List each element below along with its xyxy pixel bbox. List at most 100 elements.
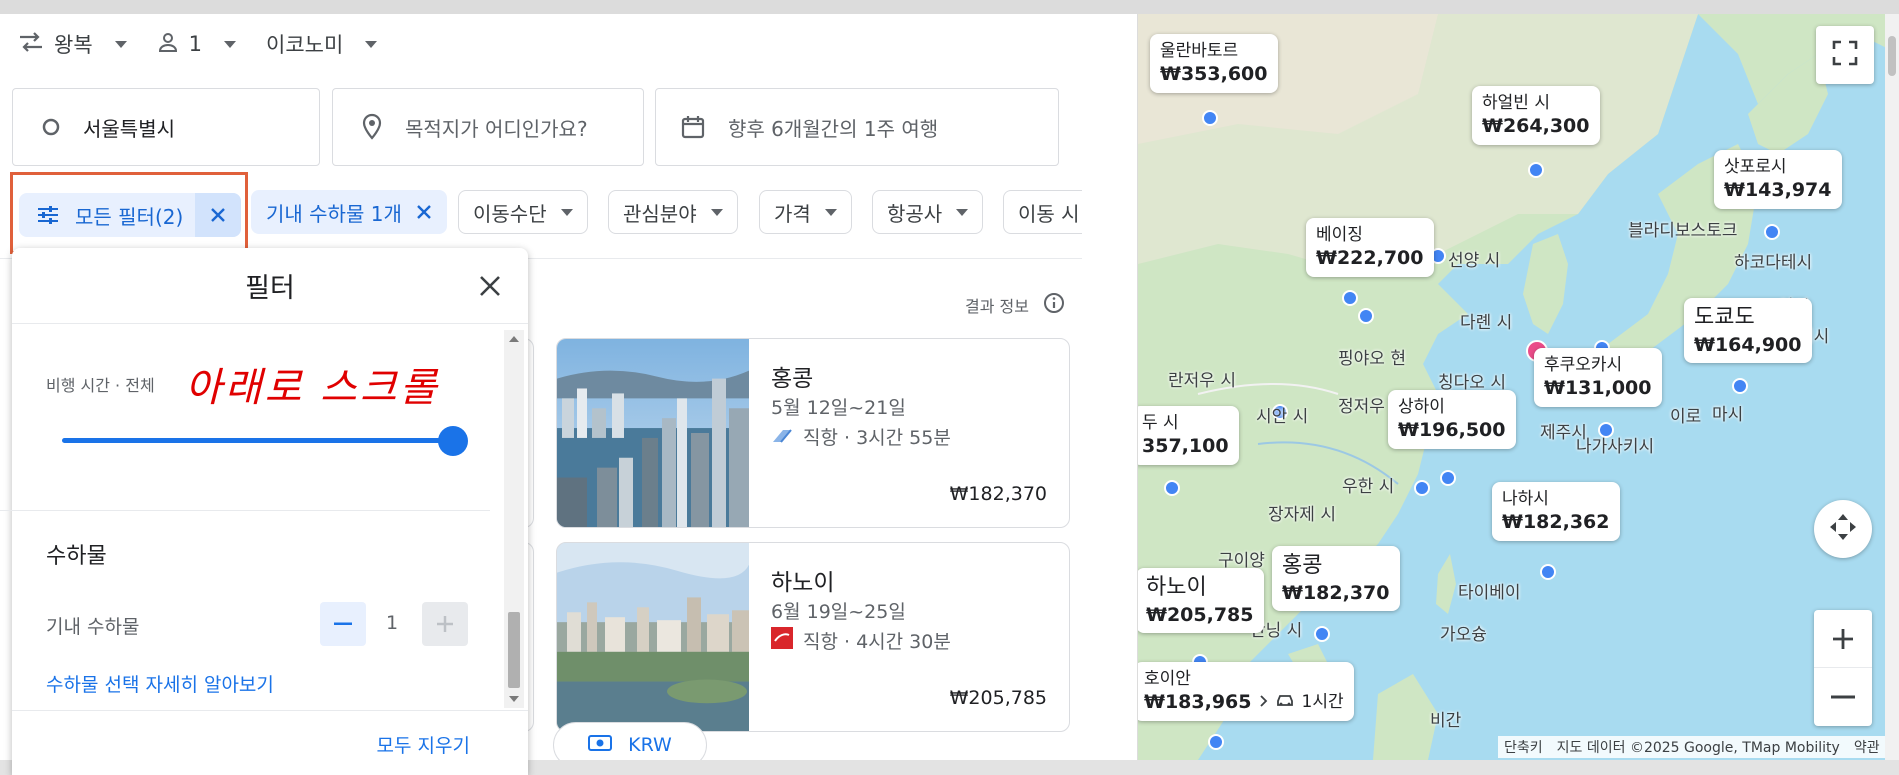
map-price-label[interactable]: 도쿄도 ₩164,900: [1684, 298, 1812, 364]
zoom-out-button[interactable]: [1814, 668, 1872, 726]
date-field[interactable]: 향후 6개월간의 1주 여행: [655, 88, 1059, 166]
hoian-route: ₩183,965 1시간: [1144, 691, 1344, 714]
airport-pin-icon[interactable]: [1164, 480, 1180, 496]
destination-field[interactable]: 목적지가 어디인가요?: [332, 88, 644, 166]
map-price-label[interactable]: 홍콩 ₩182,370: [1272, 546, 1400, 612]
passenger-count: 1: [188, 32, 203, 56]
carry-on-increment-button[interactable]: [422, 602, 468, 646]
trip-type-select[interactable]: 왕복: [18, 29, 127, 59]
origin-field[interactable]: 서울특별시: [12, 88, 320, 166]
map-data-text: 지도 데이터 ©2025 Google, TMap Mobility: [1556, 740, 1840, 756]
airport-pin-icon[interactable]: [1440, 470, 1456, 486]
airline-filter[interactable]: 항공사: [872, 190, 984, 234]
card-price: ₩205,785: [949, 687, 1047, 709]
map-place-name: 다롄 시: [1460, 313, 1513, 333]
all-filters-button[interactable]: 모든 필터(2): [19, 193, 241, 237]
fullscreen-button[interactable]: [1816, 26, 1874, 84]
clear-all-button[interactable]: 모두 지우기: [377, 731, 470, 758]
price-filter[interactable]: 가격: [759, 190, 852, 234]
map-view[interactable]: 울란바토르 ₩353,600 하얼빈 시 ₩264,300 삿포로시 ₩143,…: [1138, 14, 1899, 760]
map-place-name: 비간: [1430, 711, 1462, 731]
origin-circle-icon: [41, 117, 61, 137]
map-attribution: 단축키 지도 데이터 ©2025 Google, TMap Mobility 약…: [1498, 736, 1886, 758]
keyboard-shortcuts-link[interactable]: 단축키: [1504, 737, 1543, 757]
airport-pin-icon[interactable]: [1528, 162, 1544, 178]
interests-label: 관심분야: [623, 201, 697, 226]
info-icon[interactable]: [1043, 292, 1065, 318]
filter-panel-title: 필터: [245, 273, 295, 304]
recenter-button[interactable]: [1814, 500, 1872, 558]
map-place-name: 장자제 시: [1268, 505, 1336, 525]
interests-filter[interactable]: 관심분야: [608, 190, 738, 234]
result-info[interactable]: 결과 정보: [965, 292, 1065, 318]
map-price-label[interactable]: 호이안 ₩183,965 1시간: [1138, 662, 1354, 721]
page-scrollbar[interactable]: [1885, 14, 1899, 760]
card-city: 하노이: [771, 570, 835, 596]
chevron-down-icon: [956, 208, 969, 216]
currency-label: KRW: [628, 734, 672, 756]
chevron-down-icon: [824, 208, 837, 216]
swap-arrows-icon: [18, 31, 44, 58]
map-price-label[interactable]: 울란바토르 ₩353,600: [1150, 34, 1278, 93]
carry-on-label: 기내 수하물: [46, 616, 140, 638]
scrollbar-thumb[interactable]: [508, 612, 520, 688]
scroll-down-arrow-icon[interactable]: [504, 692, 524, 706]
terms-link[interactable]: 약관: [1854, 737, 1880, 757]
map-price-label[interactable]: 베이징 ₩222,700: [1306, 218, 1434, 277]
price-label: 가격: [774, 201, 811, 226]
card-dates: 5월 12일~21일: [771, 397, 906, 419]
airport-pin-icon[interactable]: [1764, 224, 1780, 240]
destination-card-hongkong[interactable]: 홍콩 5월 12일~21일 직항 · 3시간 55분 ₩182,370: [556, 338, 1070, 528]
map-price-label[interactable]: 후쿠오카시 ₩131,000: [1534, 348, 1662, 407]
chevron-down-icon: [560, 208, 573, 216]
chevron-down-icon: [710, 208, 723, 216]
filter-panel-scrollbar[interactable]: [504, 330, 524, 708]
map-place-name: 블라디보스토크: [1628, 221, 1738, 241]
close-icon[interactable]: [416, 204, 432, 220]
carry-on-decrement-button[interactable]: [320, 602, 366, 646]
airport-pin-icon[interactable]: [1208, 734, 1224, 750]
flight-time-slider-thumb[interactable]: [438, 426, 468, 456]
map-place-name: 가오슝: [1440, 625, 1487, 645]
passenger-select[interactable]: 1: [157, 31, 237, 58]
map-place-name: 선양 시: [1448, 251, 1501, 271]
flight-time-slider-track[interactable]: [62, 438, 452, 443]
tune-icon: [37, 205, 59, 225]
map-place-name: 이로: [1670, 407, 1702, 427]
travel-time-filter[interactable]: 이동 시: [1003, 190, 1082, 234]
map-place-name: 하코다테시: [1734, 253, 1813, 273]
filter-panel-header: 필터: [12, 248, 528, 324]
travel-time-label: 이동 시: [1018, 201, 1080, 226]
map-price-label[interactable]: 나하시 ₩182,362: [1492, 482, 1620, 541]
close-icon[interactable]: [478, 274, 502, 302]
date-value: 향후 6개월간의 1주 여행: [728, 116, 939, 141]
close-icon[interactable]: [195, 193, 241, 237]
all-filters-label: 모든 필터(2): [75, 204, 184, 229]
carry-on-chip[interactable]: 기내 수하물 1개: [251, 190, 447, 234]
baggage-learn-more-link[interactable]: 수하물 선택 자세히 알아보기: [46, 670, 274, 697]
destination-card-hanoi[interactable]: 하노이 6월 19일~25일 직항 · 4시간 30분 ₩205,785: [556, 542, 1070, 732]
airport-pin-icon[interactable]: [1358, 308, 1374, 324]
map-place-name: 란저우 시: [1168, 371, 1236, 391]
person-icon: [157, 31, 179, 58]
map-price-label[interactable]: 하얼빈 시 ₩264,300: [1472, 86, 1600, 145]
transport-label: 이동수단: [473, 201, 547, 226]
page-scrollbar-thumb[interactable]: [1888, 36, 1896, 76]
map-price-label[interactable]: 하노이 ₩205,785: [1138, 568, 1264, 634]
map-price-label[interactable]: 상하이 ₩196,500: [1388, 390, 1516, 449]
airport-pin-icon[interactable]: [1314, 626, 1330, 642]
card-city: 홍콩: [771, 366, 814, 392]
transport-filter[interactable]: 이동수단: [458, 190, 588, 234]
zoom-in-button[interactable]: [1814, 610, 1872, 668]
airport-pin-icon[interactable]: [1414, 480, 1430, 496]
airport-pin-icon[interactable]: [1202, 110, 1218, 126]
map-price-label[interactable]: 삿포로시 ₩143,974: [1714, 150, 1842, 209]
airport-pin-icon[interactable]: [1342, 290, 1358, 306]
cabin-select[interactable]: 이코노미: [266, 29, 378, 59]
airport-pin-icon[interactable]: [1732, 378, 1748, 394]
airport-pin-icon[interactable]: [1540, 564, 1556, 580]
chevron-down-icon: [365, 40, 378, 48]
scroll-up-arrow-icon[interactable]: [504, 332, 524, 346]
map-price-label[interactable]: 두 시 357,100: [1138, 406, 1239, 465]
card-flight-text: 직항 · 3시간 55분: [803, 427, 951, 449]
